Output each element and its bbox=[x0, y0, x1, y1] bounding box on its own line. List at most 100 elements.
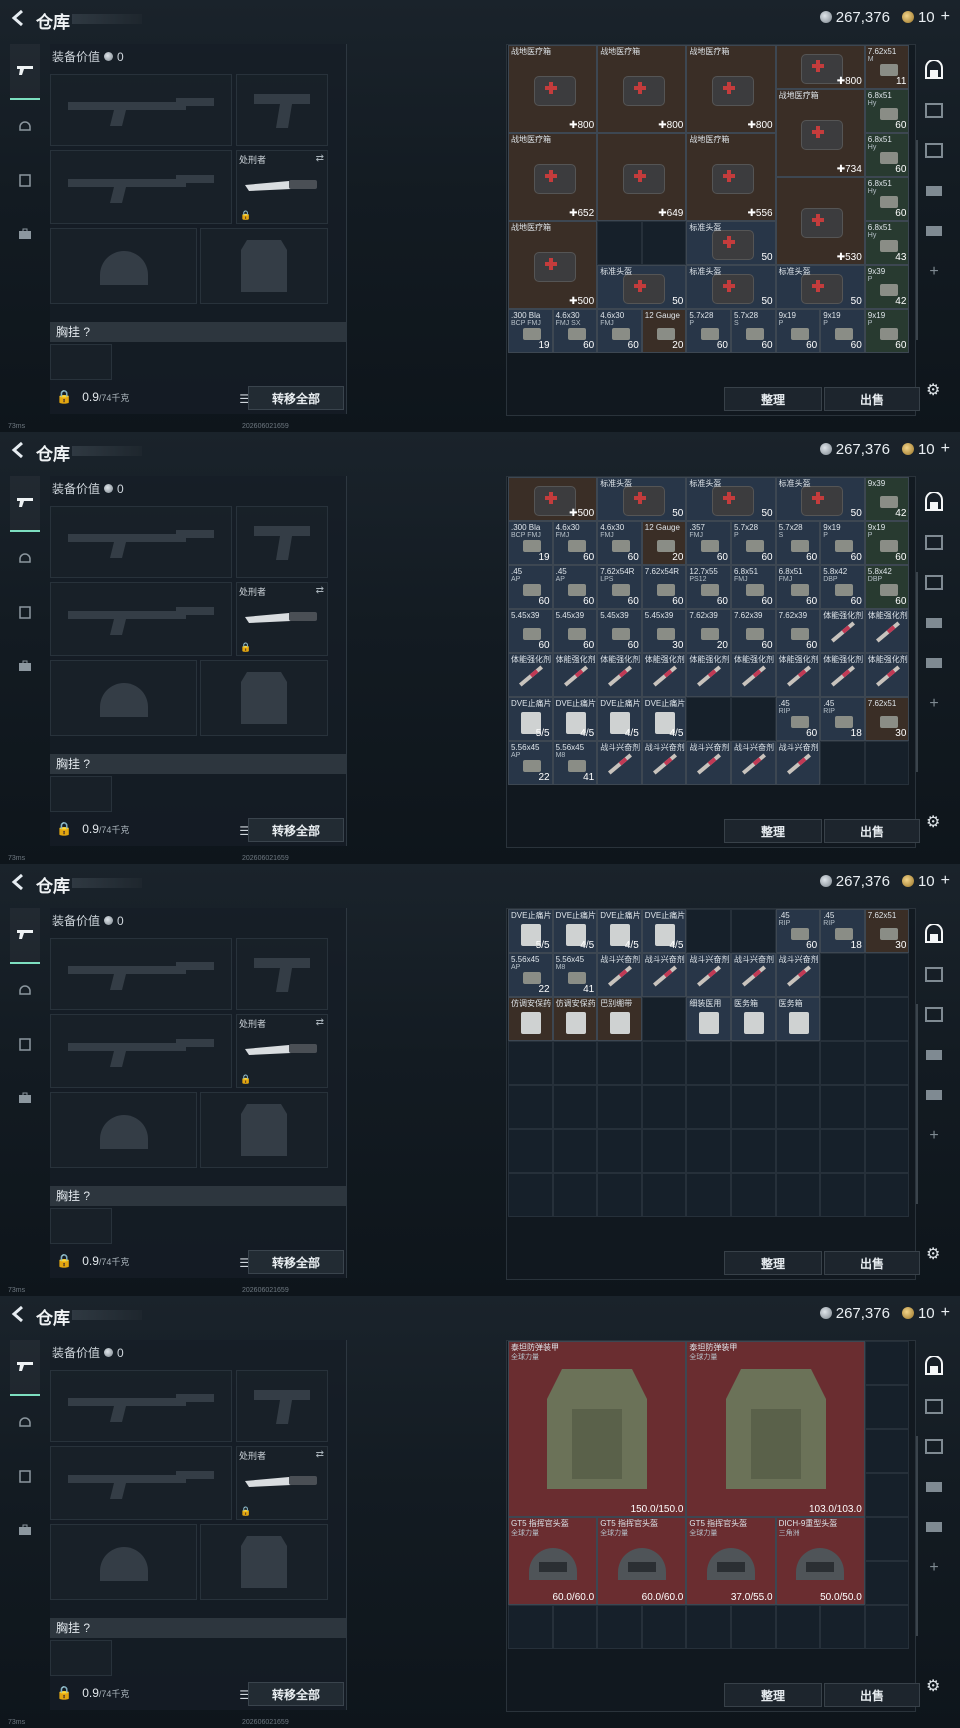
chest-rig-slot[interactable]: 胸挂 ? bbox=[50, 754, 346, 774]
storage-cell[interactable] bbox=[775, 1129, 821, 1173]
storage-item[interactable]: 战斗兴奋剂 bbox=[731, 953, 776, 997]
sell-button[interactable]: 出售 bbox=[824, 1683, 920, 1707]
storage-item[interactable]: 体能强化剂 bbox=[597, 653, 642, 697]
storage-scrollbar[interactable] bbox=[916, 572, 918, 772]
storage-cell[interactable] bbox=[730, 697, 776, 741]
storage-item[interactable]: DICH-9重型头盔 三角洲 50.0/50.0 bbox=[775, 1517, 865, 1605]
chest-rig-grid[interactable] bbox=[50, 1640, 112, 1676]
storage-cell[interactable] bbox=[686, 1605, 731, 1649]
storage-item[interactable]: 6.8x51 FMJ 60 bbox=[731, 565, 776, 609]
add-currency-button[interactable]: + bbox=[941, 440, 950, 458]
storage-item[interactable]: 标准头盔 50 bbox=[686, 477, 776, 521]
tab-storage-2[interactable] bbox=[920, 956, 948, 996]
storage-cell[interactable] bbox=[552, 1129, 598, 1173]
storage-cell[interactable] bbox=[820, 741, 865, 785]
storage-cell[interactable] bbox=[686, 697, 731, 741]
storage-item[interactable]: 5.56x45 AP 22 bbox=[508, 741, 553, 785]
swap-icon[interactable]: ⇄ bbox=[316, 1017, 324, 1028]
tab-armor[interactable] bbox=[10, 532, 40, 586]
tab-storage-5[interactable] bbox=[920, 1076, 948, 1116]
storage-cell[interactable] bbox=[641, 1085, 687, 1129]
armor-slot[interactable] bbox=[200, 1524, 328, 1600]
storage-item[interactable]: 12.7x55 PS12 60 bbox=[686, 565, 731, 609]
storage-item[interactable]: 战地医疗箱 ✚500 bbox=[508, 221, 598, 309]
storage-item[interactable]: 5.8x42 DBP 60 bbox=[820, 565, 865, 609]
storage-item[interactable]: ✚649 bbox=[597, 133, 687, 221]
storage-item[interactable]: .357 FMJ 60 bbox=[686, 521, 731, 565]
storage-item[interactable]: 标准头盔 50 bbox=[686, 265, 776, 309]
storage-cell[interactable] bbox=[820, 997, 865, 1041]
storage-cell[interactable] bbox=[597, 1129, 642, 1173]
storage-item[interactable]: DVE止痛片 4/5 bbox=[552, 909, 598, 953]
transfer-all-button[interactable]: 转移全部 bbox=[248, 1250, 344, 1274]
storage-cell[interactable] bbox=[864, 1429, 910, 1473]
storage-cell[interactable] bbox=[597, 1173, 642, 1217]
storage-cell[interactable] bbox=[864, 1473, 910, 1517]
primary-weapon-slot[interactable] bbox=[50, 506, 232, 578]
chest-rig-slot[interactable]: 胸挂 ? bbox=[50, 322, 346, 342]
tab-armor[interactable] bbox=[10, 1396, 40, 1450]
tab-storage-main[interactable] bbox=[920, 1348, 948, 1388]
storage-item[interactable]: .45 RIP 60 bbox=[775, 697, 821, 741]
storage-item[interactable]: .45 AP 60 bbox=[508, 565, 553, 609]
storage-item[interactable]: 战斗兴奋剂 bbox=[641, 741, 687, 785]
storage-item[interactable]: 战斗兴奋剂 bbox=[641, 953, 687, 997]
tab-storage-4[interactable] bbox=[920, 1036, 948, 1076]
primary-weapon-slot[interactable] bbox=[50, 938, 232, 1010]
chest-rig-grid[interactable] bbox=[50, 1208, 112, 1244]
storage-scrollbar[interactable] bbox=[916, 1436, 918, 1636]
storage-cell[interactable] bbox=[775, 1085, 821, 1129]
storage-cell[interactable] bbox=[820, 1041, 865, 1085]
storage-item[interactable]: .45 AP 60 bbox=[552, 565, 598, 609]
tab-weapons[interactable] bbox=[10, 1340, 40, 1396]
storage-item[interactable]: 战地医疗箱 ✚800 bbox=[686, 45, 776, 133]
settings-gear-icon[interactable]: ⚙ bbox=[926, 812, 940, 832]
storage-cell[interactable] bbox=[552, 1605, 598, 1649]
storage-item[interactable]: 6.8x51 Hy 60 bbox=[864, 133, 910, 177]
storage-cell[interactable] bbox=[508, 1085, 553, 1129]
storage-item[interactable]: 仿调安保药 bbox=[508, 997, 553, 1041]
storage-cell[interactable] bbox=[864, 741, 910, 785]
tab-add-storage[interactable]: + bbox=[920, 1116, 948, 1156]
secondary-weapon-slot[interactable] bbox=[50, 582, 232, 656]
storage-item[interactable]: 12 Gauge 20 bbox=[641, 309, 687, 353]
chest-rig-grid[interactable] bbox=[50, 776, 112, 812]
storage-cell[interactable] bbox=[597, 1605, 642, 1649]
primary-weapon-slot[interactable] bbox=[50, 1370, 232, 1442]
tab-storage-5[interactable] bbox=[920, 212, 948, 252]
storage-item[interactable]: DVE止痛片 4/5 bbox=[552, 697, 598, 741]
storage-item[interactable]: ✚800 bbox=[775, 45, 865, 89]
storage-item[interactable]: 标准头盔 50 bbox=[775, 265, 865, 309]
storage-item[interactable]: 6.8x51 FMJ 60 bbox=[775, 565, 821, 609]
storage-cell[interactable] bbox=[864, 1341, 910, 1385]
tab-weapons[interactable] bbox=[10, 44, 40, 100]
helmet-slot[interactable] bbox=[50, 660, 197, 736]
tab-add-storage[interactable]: + bbox=[920, 252, 948, 292]
tab-armor[interactable] bbox=[10, 964, 40, 1018]
storage-item[interactable]: 战地医疗箱 ✚800 bbox=[508, 45, 598, 133]
storage-cell[interactable] bbox=[864, 953, 910, 997]
storage-item[interactable]: 5.7x28 S 60 bbox=[731, 309, 776, 353]
storage-item[interactable]: 6.8x51 Hy 60 bbox=[864, 177, 910, 221]
storage-cell[interactable] bbox=[641, 1041, 687, 1085]
armor-slot[interactable] bbox=[200, 228, 328, 304]
settings-gear-icon[interactable]: ⚙ bbox=[926, 1244, 940, 1264]
storage-item[interactable]: 体能强化剂 bbox=[820, 609, 865, 653]
storage-item[interactable]: 细装医用 bbox=[686, 997, 731, 1041]
storage-cell[interactable] bbox=[508, 1173, 553, 1217]
tab-storage-2[interactable] bbox=[920, 92, 948, 132]
storage-cell[interactable] bbox=[641, 1173, 687, 1217]
storage-item[interactable]: 5.45x39 60 bbox=[597, 609, 642, 653]
storage-item[interactable]: 标准头盔 50 bbox=[686, 221, 776, 265]
storage-item[interactable]: ✚530 bbox=[775, 177, 865, 265]
storage-item[interactable]: 9x19 P 60 bbox=[775, 309, 821, 353]
swap-icon[interactable]: ⇄ bbox=[316, 153, 324, 164]
sort-button[interactable]: 整理 bbox=[724, 1251, 822, 1275]
storage-item[interactable]: .300 Bla BCP FMJ 19 bbox=[508, 309, 553, 353]
storage-item[interactable]: 5.56x45 AP 22 bbox=[508, 953, 553, 997]
storage-item[interactable]: 战斗兴奋剂 bbox=[686, 953, 731, 997]
storage-item[interactable]: 6.8x51 Hy 43 bbox=[864, 221, 910, 265]
storage-item[interactable]: 战地医疗箱 ✚652 bbox=[508, 133, 598, 221]
storage-cell[interactable] bbox=[864, 1173, 910, 1217]
storage-item[interactable]: 5.7x28 S 60 bbox=[775, 521, 821, 565]
